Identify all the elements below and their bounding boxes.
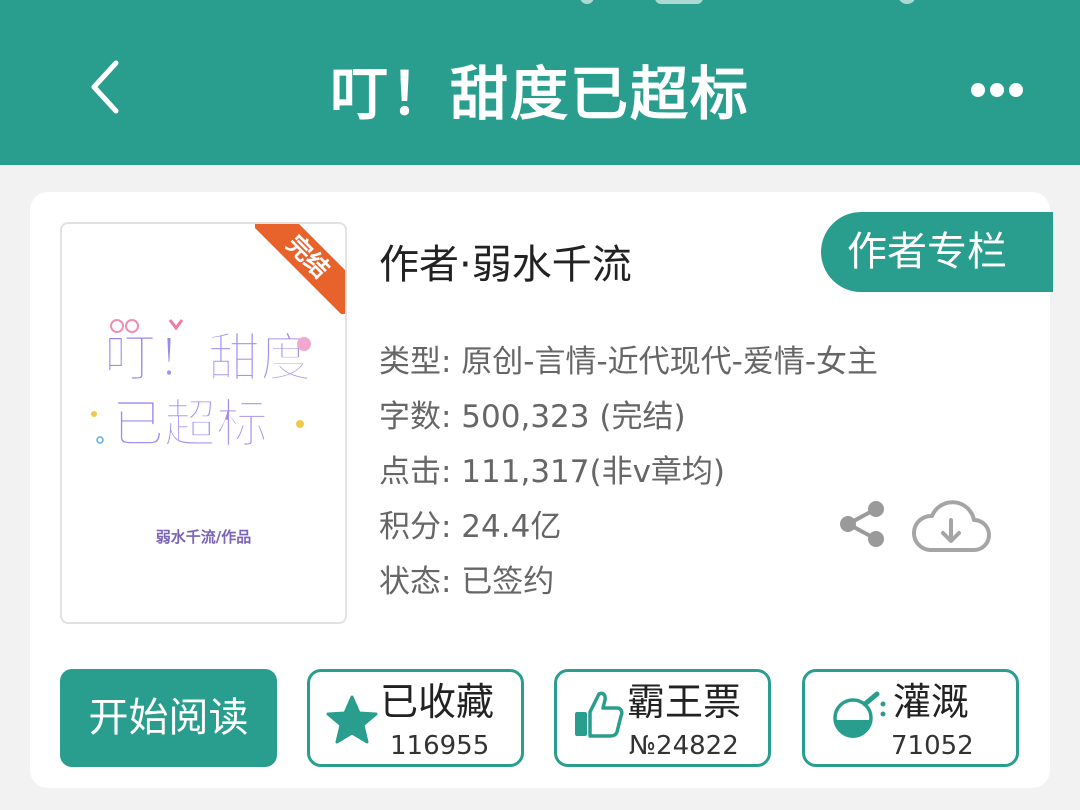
collect-button[interactable]: 已收藏 116955: [307, 669, 524, 767]
back-button[interactable]: [78, 55, 138, 119]
cover-art-line1: 叮！甜度: [104, 329, 312, 389]
more-button[interactable]: [966, 78, 1028, 102]
completed-badge: 完结: [255, 224, 345, 314]
water-button[interactable]: 灌溉 71052: [802, 669, 1019, 767]
cover-title-art: 叮！甜度 已超标: [91, 319, 313, 456]
thumbs-up-icon: [575, 691, 624, 738]
page-title: 叮！甜度已超标: [329, 60, 750, 128]
book-cover[interactable]: 完结 叮！甜度 已超标 弱水千流/作品: [60, 222, 347, 624]
meta-type: 类型: 原创-言情-近代现代-爱情-女主: [379, 344, 879, 380]
vote-label: 霸王票: [627, 680, 742, 724]
chevron-left-icon: [91, 60, 119, 114]
meta-status: 状态: 已签约: [379, 564, 555, 600]
status-icon: [898, 0, 916, 4]
status-icon: [655, 0, 703, 4]
vote-count: №24822: [629, 731, 739, 761]
author-column-button[interactable]: 作者专栏: [821, 212, 1053, 292]
top-bar: 叮！甜度已超标: [0, 0, 1080, 165]
water-label: 灌溉: [893, 680, 970, 724]
cover-author-line: 弱水千流/作品: [155, 528, 252, 546]
author-name[interactable]: 作者·弱水千流: [379, 238, 632, 292]
share-button[interactable]: [836, 500, 888, 548]
meta-words: 字数: 500,323 (完结): [379, 399, 686, 435]
cloud-download-icon: [912, 500, 991, 552]
collect-count: 116955: [390, 731, 490, 761]
collect-label: 已收藏: [380, 680, 495, 724]
flask-icon: [833, 691, 886, 738]
start-reading-button[interactable]: 开始阅读: [60, 669, 277, 767]
status-icon: [580, 0, 594, 4]
water-count: 71052: [891, 731, 974, 761]
cover-art-line2: 已超标: [112, 395, 268, 455]
status-bar: [0, 0, 1080, 18]
more-dots-icon: [971, 83, 1023, 97]
download-button[interactable]: [910, 498, 992, 556]
meta-clicks: 点击: 111,317(非v章均): [379, 454, 726, 490]
vote-button[interactable]: 霸王票 №24822: [554, 669, 771, 767]
status-ribbon: 完结: [255, 224, 345, 314]
star-icon: [326, 695, 378, 744]
share-icon: [840, 501, 884, 547]
meta-score: 积分: 24.4亿: [379, 509, 562, 545]
